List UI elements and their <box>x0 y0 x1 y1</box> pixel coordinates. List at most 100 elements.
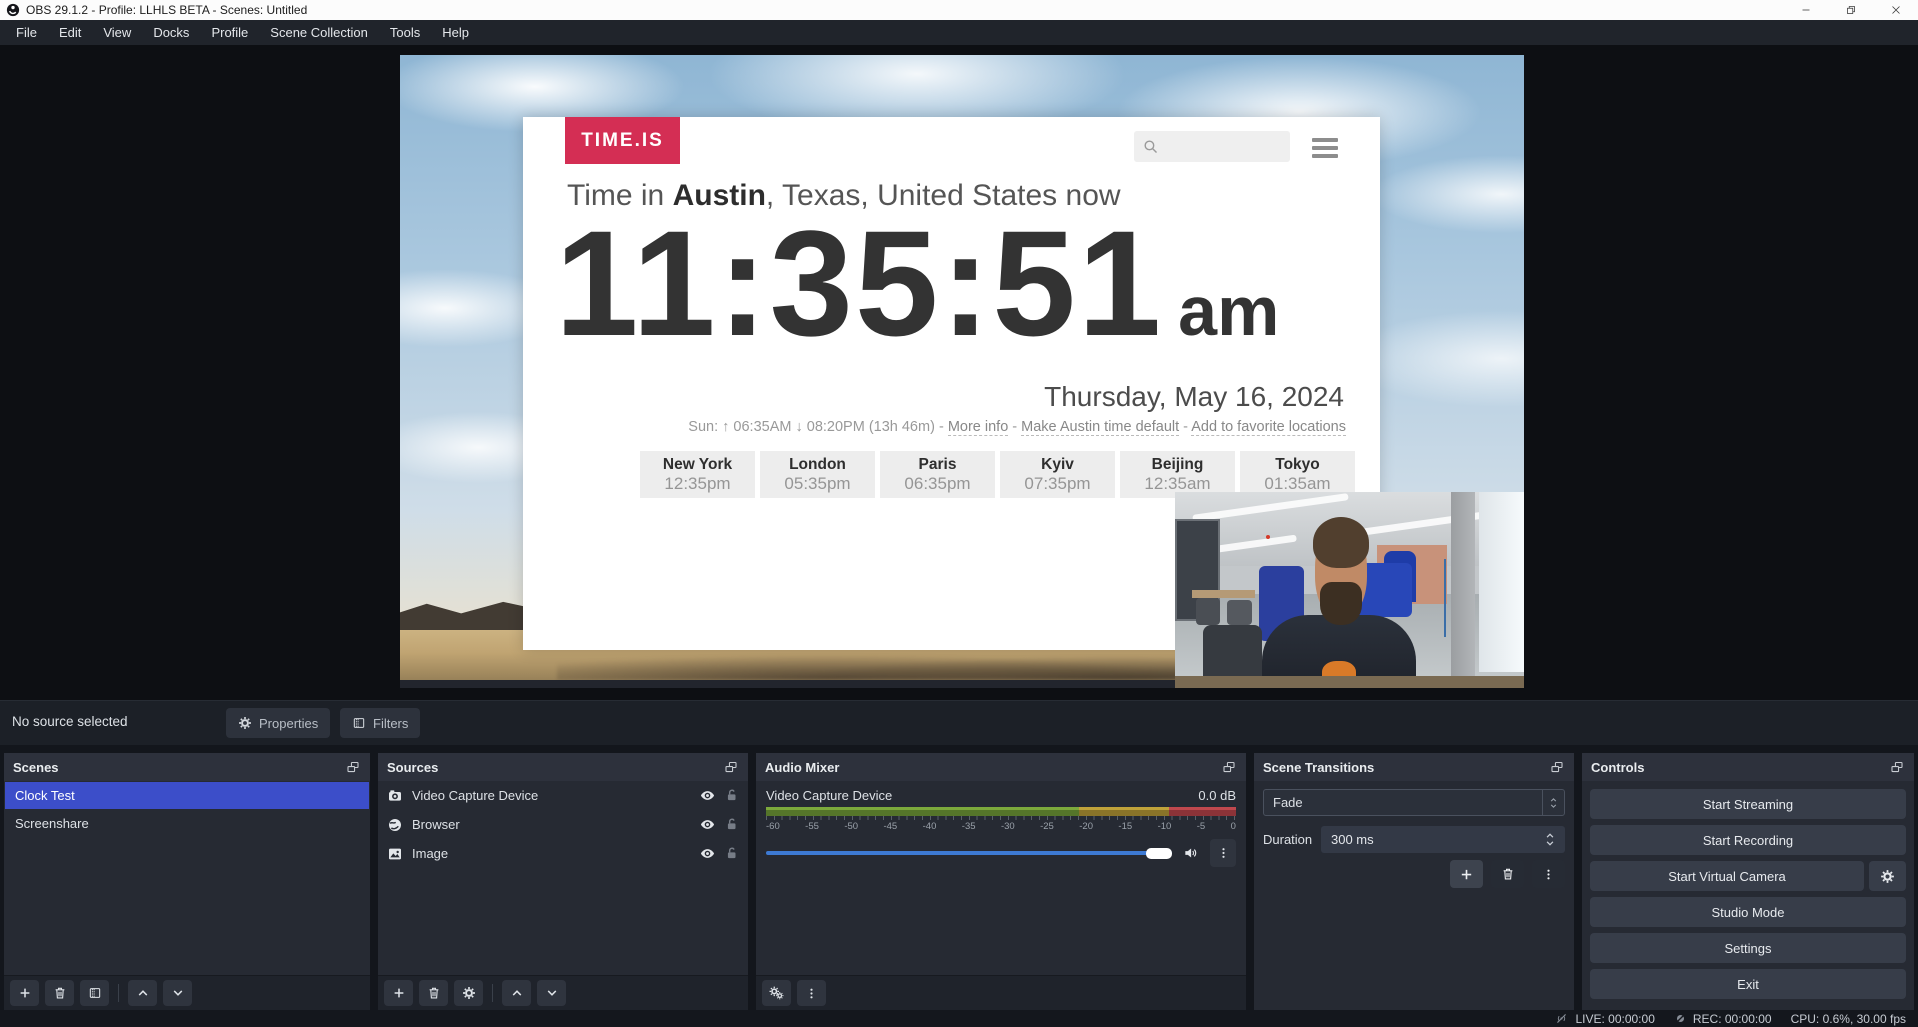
hamburger-icon <box>1312 138 1338 158</box>
toolbar-separator <box>492 984 493 1002</box>
menu-help[interactable]: Help <box>431 25 480 40</box>
scene-item-screenshare[interactable]: Screenshare <box>5 810 369 837</box>
mute-toggle[interactable] <box>1182 845 1200 861</box>
menu-scene-collection[interactable]: Scene Collection <box>259 25 379 40</box>
menu-edit[interactable]: Edit <box>48 25 92 40</box>
restore-button[interactable] <box>1828 0 1873 20</box>
exit-button[interactable]: Exit <box>1590 969 1906 999</box>
scene-transitions-header[interactable]: Scene Transitions <box>1254 753 1574 781</box>
sources-toolbar <box>378 975 748 1010</box>
controls-body: Start Streaming Start Recording Start Vi… <box>1582 781 1914 1010</box>
channel-options-button[interactable] <box>1210 839 1236 867</box>
scene-item-clock-test[interactable]: Clock Test <box>5 782 369 809</box>
move-scene-up-button[interactable] <box>128 980 157 1006</box>
city-paris: Paris06:35pm <box>880 451 995 498</box>
trash-icon <box>427 986 441 1000</box>
image-icon <box>387 846 403 862</box>
cpu-fps-stats: CPU: 0.6%, 30.00 fps <box>1791 1012 1906 1026</box>
virtual-camera-settings-button[interactable] <box>1869 861 1906 891</box>
titlebar[interactable]: OBS 29.1.2 - Profile: LLHLS BETA - Scene… <box>0 0 1918 20</box>
remove-source-button[interactable] <box>419 980 448 1006</box>
start-virtual-camera-button[interactable]: Start Virtual Camera <box>1590 861 1864 891</box>
source-row-video-capture[interactable]: Video Capture Device <box>378 781 748 810</box>
studio-mode-button[interactable]: Studio Mode <box>1590 897 1906 927</box>
restore-icon <box>1845 4 1857 16</box>
properties-button[interactable]: Properties <box>226 708 330 738</box>
preview-canvas[interactable]: TIME.IS Time in Austin, Texas, United St… <box>400 55 1524 688</box>
dock-icon <box>1549 760 1565 775</box>
volume-slider-handle[interactable] <box>1146 848 1172 859</box>
sources-list: Video Capture Device Browser Image <box>378 781 748 975</box>
move-source-up-button[interactable] <box>502 980 531 1006</box>
volume-slider[interactable] <box>766 847 1172 859</box>
menu-tools[interactable]: Tools <box>379 25 431 40</box>
webcam-chair <box>1196 598 1220 625</box>
move-scene-down-button[interactable] <box>163 980 192 1006</box>
scene-filters-button[interactable] <box>80 980 109 1006</box>
move-source-down-button[interactable] <box>537 980 566 1006</box>
audio-mixer-header[interactable]: Audio Mixer <box>756 753 1246 781</box>
source-row-image[interactable]: Image <box>378 839 748 868</box>
advanced-audio-icon <box>769 986 785 1001</box>
source-properties-button[interactable] <box>454 980 483 1006</box>
webcam-pillar <box>1451 492 1475 680</box>
menubar: File Edit View Docks Profile Scene Colle… <box>0 20 1918 45</box>
person-beard <box>1320 582 1362 625</box>
visibility-toggle[interactable] <box>699 817 716 832</box>
webcam-chair <box>1227 600 1251 625</box>
plus-icon <box>1459 867 1474 882</box>
scenes-list: Clock Test Screenshare <box>4 781 370 975</box>
lock-toggle[interactable] <box>725 846 739 861</box>
webcam-exit-light <box>1266 535 1270 539</box>
duration-spinbox[interactable]: 300 ms <box>1321 826 1565 853</box>
timeis-sun-line: Sun: ↑ 06:35AM ↓ 08:20PM (13h 46m) - Mor… <box>688 419 1346 435</box>
add-scene-button[interactable] <box>10 980 39 1006</box>
scene-transitions-panel: Scene Transitions Fade Duration 300 ms <box>1254 753 1574 1010</box>
audio-channel: Video Capture Device 0.0 dB -60-55-50-45… <box>756 781 1246 975</box>
menu-file[interactable]: File <box>5 25 48 40</box>
controls-header[interactable]: Controls <box>1582 753 1914 781</box>
mixer-options-button[interactable] <box>797 980 826 1006</box>
menu-profile[interactable]: Profile <box>200 25 259 40</box>
dock-icon <box>723 760 739 775</box>
sources-panel-header[interactable]: Sources <box>378 753 748 781</box>
scene-transitions-body: Fade Duration 300 ms <box>1254 781 1574 1010</box>
close-button[interactable] <box>1873 0 1918 20</box>
remove-scene-button[interactable] <box>45 980 74 1006</box>
audio-channel-name: Video Capture Device <box>766 788 892 803</box>
minimize-button[interactable] <box>1783 0 1828 20</box>
dock-icon <box>1221 760 1237 775</box>
lock-toggle[interactable] <box>725 788 739 803</box>
meter-tick-marks <box>766 816 1236 820</box>
advanced-audio-button[interactable] <box>762 980 791 1006</box>
settings-button[interactable]: Settings <box>1590 933 1906 963</box>
scenes-panel-header[interactable]: Scenes <box>4 753 370 781</box>
clock-ampm: am <box>1178 271 1279 351</box>
source-row-browser[interactable]: Browser <box>378 810 748 839</box>
webcam-window <box>1479 492 1524 672</box>
visibility-toggle[interactable] <box>699 846 716 861</box>
live-time: LIVE: 00:00:00 <box>1575 1012 1654 1026</box>
city-tokyo: Tokyo01:35am <box>1240 451 1355 498</box>
rec-icon <box>1674 1012 1687 1025</box>
filters-button[interactable]: Filters <box>340 708 420 738</box>
menu-view[interactable]: View <box>92 25 142 40</box>
visibility-toggle[interactable] <box>699 788 716 803</box>
menu-docks[interactable]: Docks <box>142 25 200 40</box>
city-beijing: Beijing12:35am <box>1120 451 1235 498</box>
lock-toggle[interactable] <box>725 817 739 832</box>
more-info-link: More info <box>948 419 1008 436</box>
transition-options-button[interactable] <box>1532 860 1565 888</box>
remove-transition-button[interactable] <box>1491 860 1524 888</box>
add-transition-button[interactable] <box>1450 860 1483 888</box>
add-source-button[interactable] <box>384 980 413 1006</box>
search-icon <box>1142 138 1159 155</box>
start-recording-button[interactable]: Start Recording <box>1590 825 1906 855</box>
webcam-overlay[interactable] <box>1175 492 1524 688</box>
audio-level-db: 0.0 dB <box>1198 788 1236 803</box>
spinbox-arrows[interactable] <box>1545 832 1555 847</box>
transition-select[interactable]: Fade <box>1263 789 1565 816</box>
duration-label: Duration <box>1263 832 1321 847</box>
start-streaming-button[interactable]: Start Streaming <box>1590 789 1906 819</box>
lock-icon <box>725 788 739 803</box>
